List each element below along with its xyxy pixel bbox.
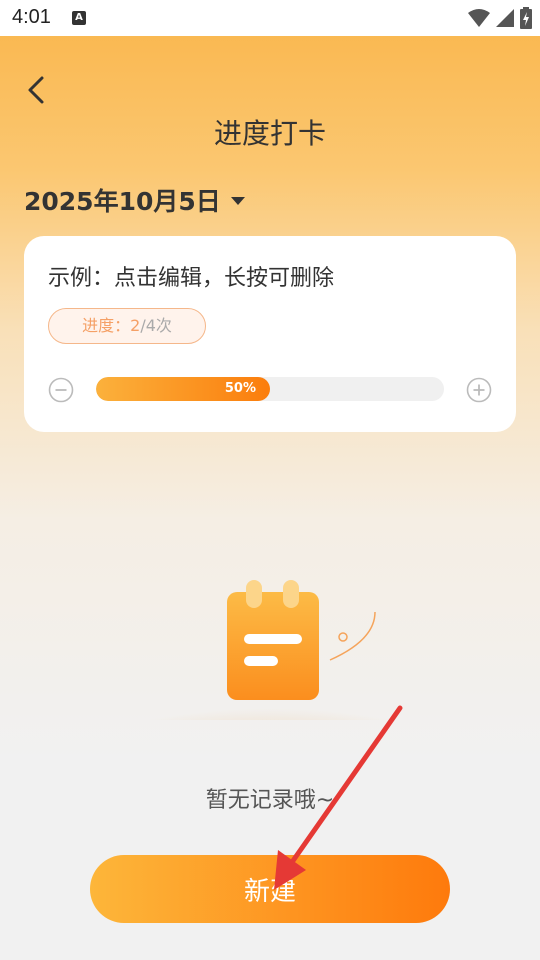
- chevron-left-icon: [28, 76, 44, 104]
- progress-bar: 50%: [96, 377, 444, 401]
- minus-circle-icon: [48, 377, 74, 403]
- progress-done: 2: [130, 316, 141, 335]
- progress-label: 进度：: [82, 316, 131, 335]
- status-bar: 4:01 A: [0, 0, 540, 36]
- progress-badge: 进度：2/4次: [48, 308, 206, 344]
- notification-icon: A: [72, 11, 86, 25]
- example-progress-card[interactable]: 示例：点击编辑，长按可删除 进度：2/4次 50%: [24, 236, 516, 432]
- progress-percent: 50%: [224, 381, 256, 396]
- battery-charging-icon: [520, 7, 532, 29]
- date-selector[interactable]: 2025年10月5日: [24, 182, 245, 218]
- caret-down-icon: [230, 197, 245, 205]
- card-title: 示例：点击编辑，长按可删除: [48, 266, 335, 291]
- increment-button[interactable]: [466, 377, 492, 403]
- notebook-icon: [145, 580, 395, 750]
- wifi-icon: [468, 9, 490, 27]
- progress-fill: 50%: [96, 377, 270, 401]
- date-text: 2025年10月5日: [24, 187, 221, 216]
- back-button[interactable]: [20, 72, 56, 108]
- page-title: 进度打卡: [213, 117, 326, 150]
- status-icons: [468, 7, 532, 29]
- empty-state-illustration: [140, 570, 400, 750]
- empty-state-message: 暂无记录哦~: [205, 788, 335, 813]
- progress-total: /4次: [140, 316, 172, 335]
- decrement-button[interactable]: [48, 377, 74, 403]
- status-time: 4:01: [12, 6, 51, 28]
- signal-icon: [496, 9, 514, 27]
- new-button[interactable]: 新建: [90, 855, 450, 923]
- plus-circle-icon: [466, 377, 492, 403]
